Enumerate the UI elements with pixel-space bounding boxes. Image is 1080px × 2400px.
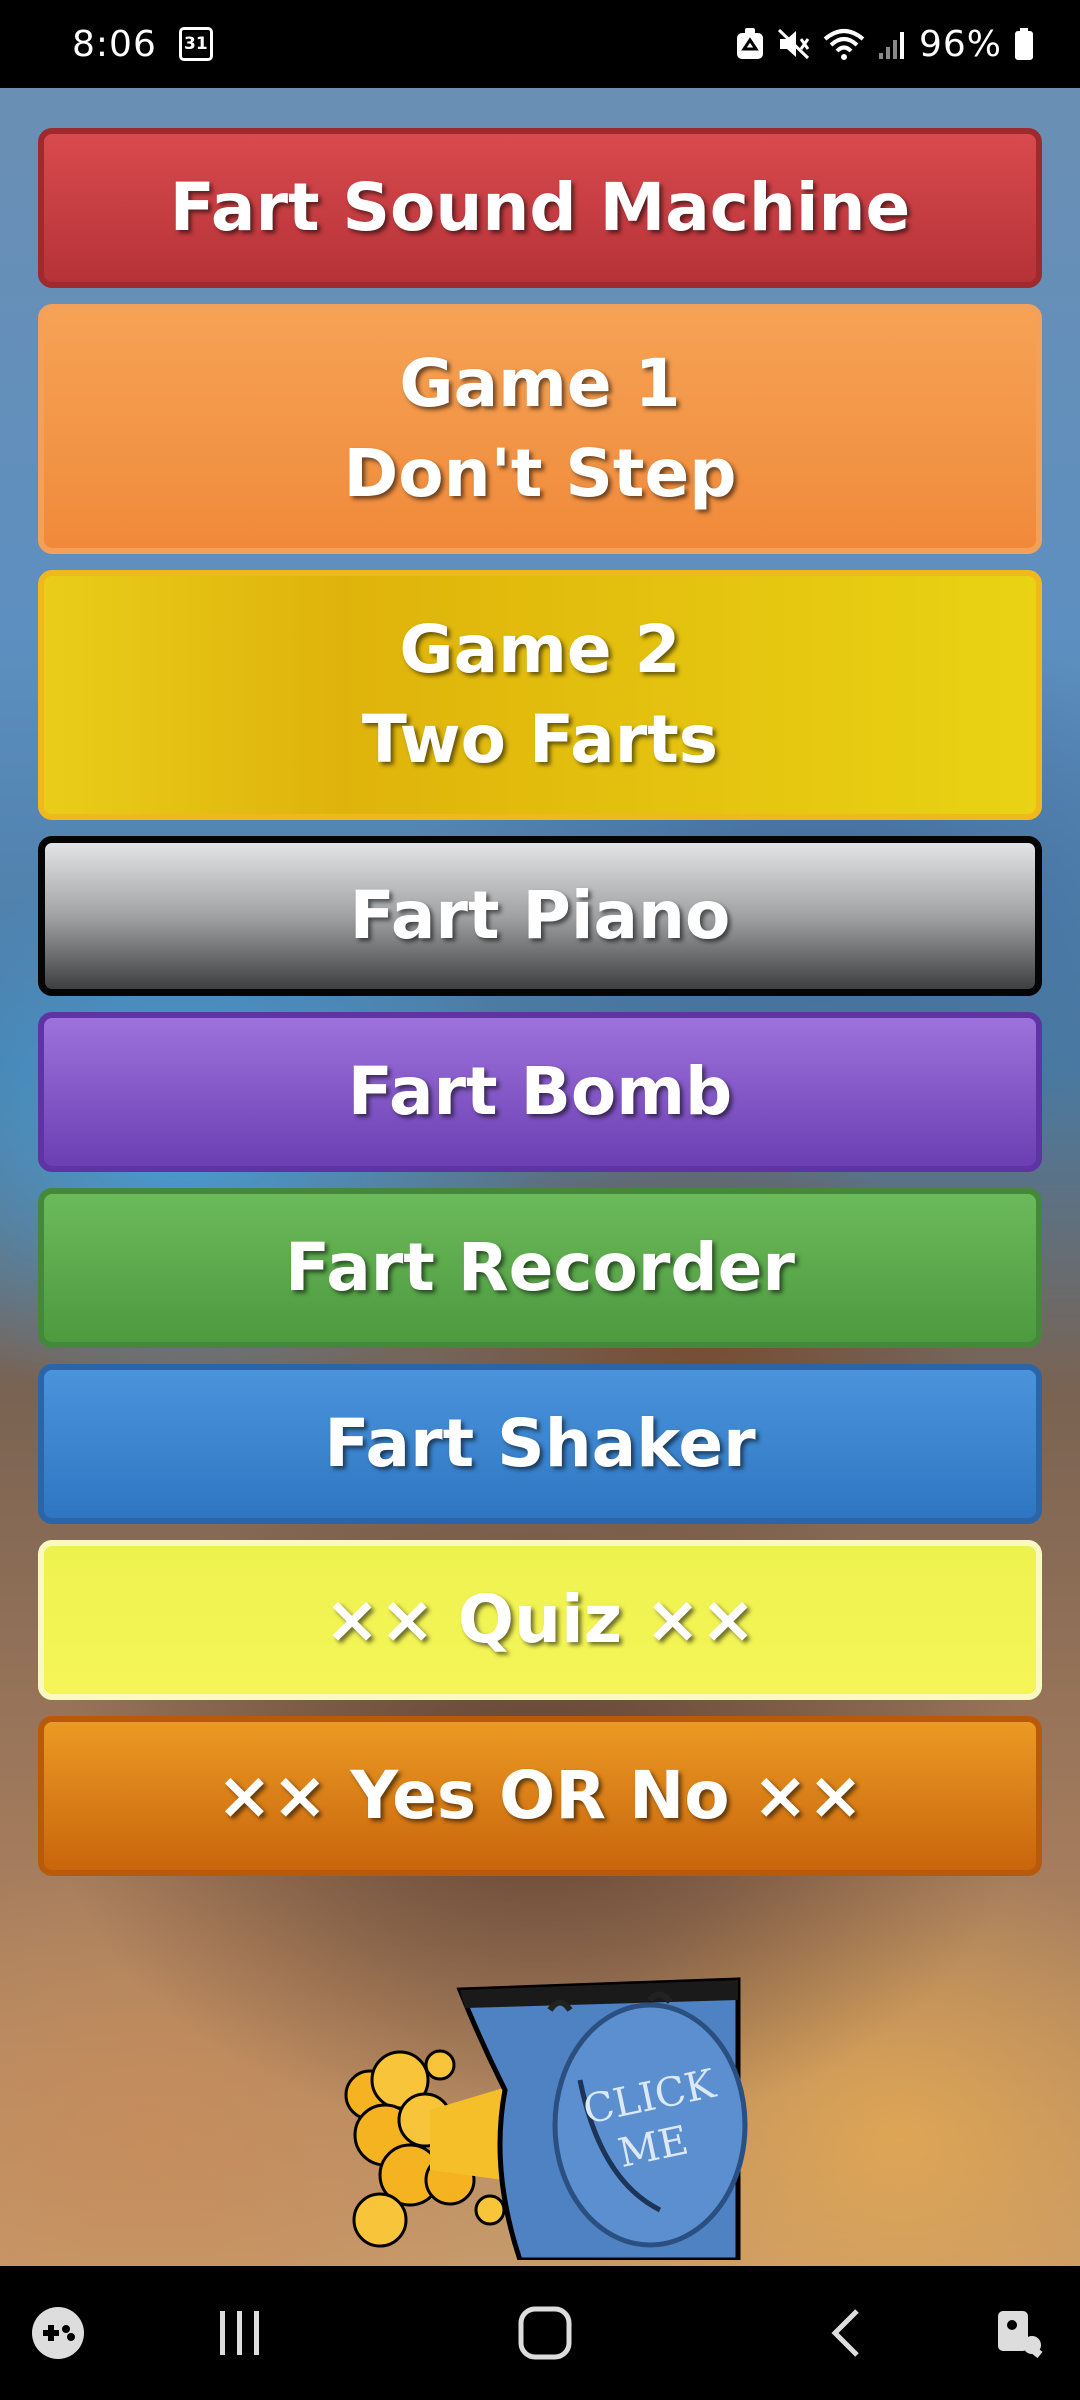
- button-label: Fart Bomb: [347, 1053, 733, 1130]
- back-button[interactable]: [820, 2266, 870, 2400]
- navigation-bar: [0, 2266, 1080, 2400]
- button-label-line2: Two Farts: [361, 701, 719, 778]
- gamepad-icon: [32, 2307, 84, 2359]
- recycle-icon: [735, 27, 765, 61]
- back-icon: [831, 2309, 859, 2357]
- recent-apps-button[interactable]: [210, 2266, 270, 2400]
- status-right: 96%: [735, 24, 1034, 65]
- battery-icon: [1014, 27, 1034, 61]
- main-menu: Fart Sound Machine Game 1 Don't Step Gam…: [38, 128, 1042, 1876]
- button-label-line1: Game 2: [399, 611, 681, 688]
- accessibility-button[interactable]: [990, 2266, 1050, 2400]
- home-button[interactable]: [510, 2266, 580, 2400]
- battery-percent: 96%: [918, 23, 1002, 65]
- status-bar: 8:06 31 96%: [0, 0, 1080, 88]
- fart-recorder-button[interactable]: Fart Recorder: [38, 1188, 1042, 1348]
- status-time: 8:06: [72, 23, 157, 65]
- button-label: ×× Quiz ××: [324, 1581, 756, 1658]
- click-me-promo-button[interactable]: CLICK ME: [340, 1970, 750, 2263]
- wifi-icon: [823, 27, 865, 61]
- recent-apps-icon: [220, 2311, 259, 2355]
- cartoon-butt-image: CLICK ME: [344, 1977, 748, 2263]
- quiz-button[interactable]: ×× Quiz ××: [38, 1540, 1042, 1700]
- button-label: Fart Sound Machine: [169, 169, 911, 246]
- fart-shaker-button[interactable]: Fart Shaker: [38, 1364, 1042, 1524]
- button-label-line1: Game 1: [399, 345, 681, 422]
- accessibility-icon: [998, 2311, 1043, 2359]
- button-label: Fart Shaker: [324, 1405, 756, 1482]
- game-1-dont-step-button[interactable]: Game 1 Don't Step: [38, 304, 1042, 554]
- fart-piano-button[interactable]: Fart Piano: [38, 836, 1042, 996]
- fart-bomb-button[interactable]: Fart Bomb: [38, 1012, 1042, 1172]
- button-label: Fart Piano: [349, 877, 731, 954]
- yes-or-no-button[interactable]: ×× Yes OR No ××: [38, 1716, 1042, 1876]
- signal-icon: [877, 27, 907, 61]
- game-launcher-button[interactable]: [28, 2266, 88, 2400]
- button-label-line2: Don't Step: [343, 435, 737, 512]
- button-label: Fart Recorder: [285, 1229, 795, 1306]
- button-label: ×× Yes OR No ××: [216, 1757, 864, 1834]
- home-icon: [518, 2306, 572, 2360]
- fart-sound-machine-button[interactable]: Fart Sound Machine: [38, 128, 1042, 288]
- calendar-icon: 31: [178, 27, 213, 61]
- game-2-two-farts-button[interactable]: Game 2 Two Farts: [38, 570, 1042, 820]
- status-left: 8:06 31: [72, 24, 213, 65]
- mute-icon: [777, 27, 811, 61]
